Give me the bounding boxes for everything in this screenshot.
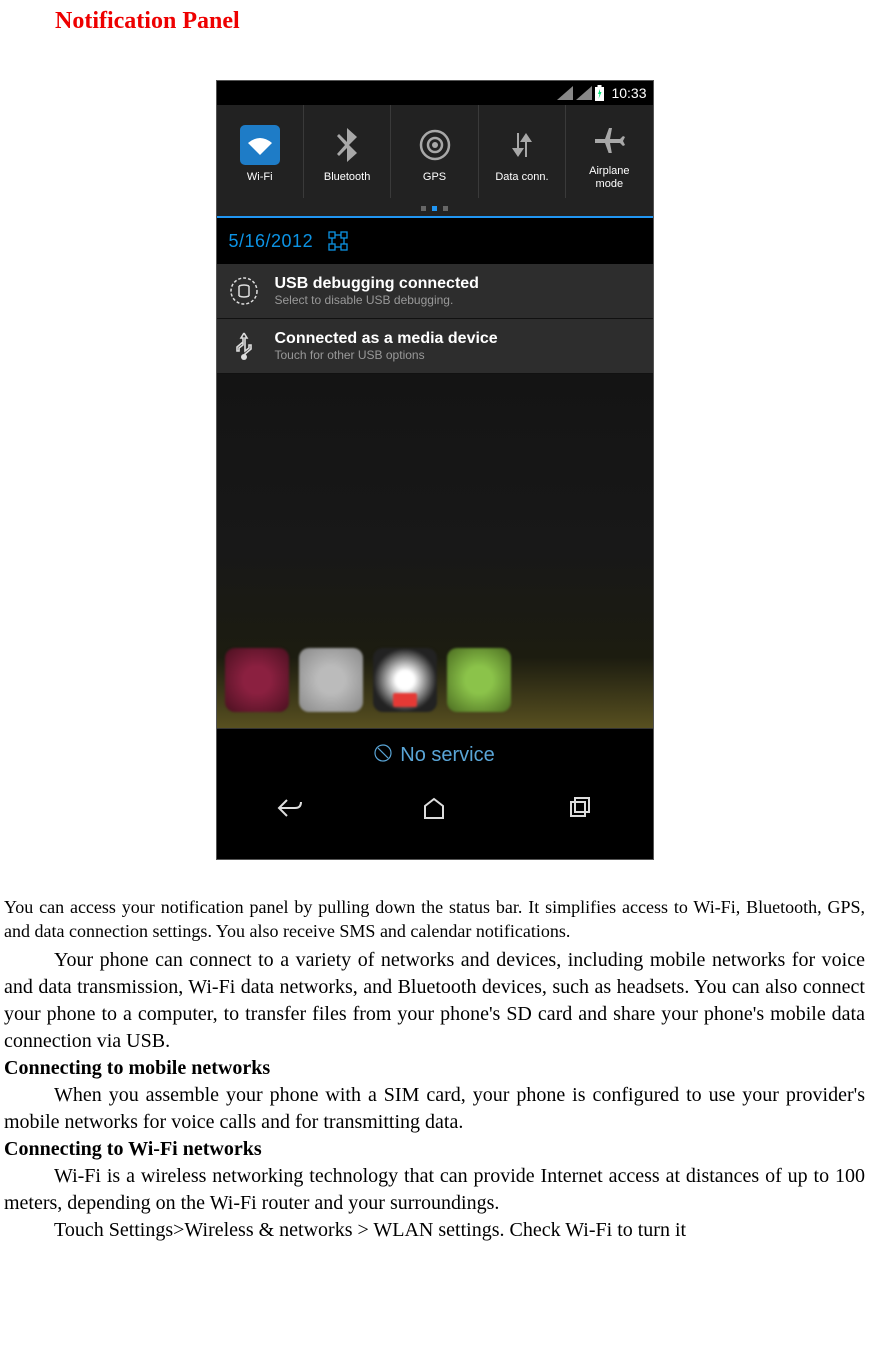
usb-debug-icon: [227, 274, 261, 308]
battery-icon: [595, 85, 604, 101]
paragraph-wifi-2: Touch Settings>Wireless & networks > WLA…: [4, 1217, 865, 1244]
phone-screenshot-wrapper: 10:33 Wi-Fi Bluetooth: [0, 80, 869, 860]
document-body: You can access your notification panel b…: [0, 895, 869, 1254]
pager-dot: [443, 206, 448, 211]
notification-item[interactable]: USB debugging connected Select to disabl…: [217, 264, 653, 319]
paragraph-intro: Your phone can connect to a variety of n…: [4, 947, 865, 1055]
carrier-bar[interactable]: No service: [217, 728, 653, 782]
quick-settings-row: Wi-Fi Bluetooth GPS: [217, 105, 653, 198]
notification-date: 5/16/2012: [229, 231, 314, 252]
page-indicator: [217, 198, 653, 216]
usb-icon: [227, 329, 261, 363]
app-icon-camera: [225, 648, 289, 712]
nav-back-button[interactable]: [269, 793, 309, 823]
nav-recents-button[interactable]: [560, 793, 600, 823]
settings-icon[interactable]: [327, 230, 349, 252]
pager-dot: [421, 206, 426, 211]
qs-wifi-label: Wi-Fi: [247, 171, 273, 183]
notification-subtitle: Select to disable USB debugging.: [275, 293, 643, 307]
wifi-icon: [240, 125, 280, 165]
qs-data-tile[interactable]: Data conn.: [479, 105, 566, 198]
airplane-icon: [589, 119, 629, 159]
subheading-mobile: Connecting to mobile networks: [4, 1055, 865, 1082]
pager-dot-active: [432, 206, 437, 211]
nav-home-button[interactable]: [414, 793, 454, 823]
qs-gps-tile[interactable]: GPS: [391, 105, 478, 198]
carrier-text: No service: [400, 744, 494, 767]
paragraph-wifi-1: Wi-Fi is a wireless networking technolog…: [4, 1163, 865, 1217]
signal-icon: [557, 86, 573, 100]
caption-text: You can access your notification panel b…: [4, 895, 865, 944]
carrier-icon: [374, 744, 392, 767]
qs-bluetooth-tile[interactable]: Bluetooth: [304, 105, 391, 198]
app-icon-generic: [299, 648, 363, 712]
gps-icon: [415, 125, 455, 165]
notification-subtitle: Touch for other USB options: [275, 348, 643, 362]
notification-title: USB debugging connected: [275, 275, 643, 293]
qs-gps-label: GPS: [423, 171, 446, 183]
notification-title: Connected as a media device: [275, 330, 643, 348]
notification-item[interactable]: Connected as a media device Touch for ot…: [217, 319, 653, 374]
phone-frame: 10:33 Wi-Fi Bluetooth: [216, 80, 654, 860]
qs-bluetooth-label: Bluetooth: [324, 171, 370, 183]
status-bar: 10:33: [217, 81, 653, 105]
section-heading: Notification Panel: [0, 0, 869, 35]
status-clock: 10:33: [611, 85, 646, 101]
notification-header: 5/16/2012: [217, 218, 653, 264]
paragraph-mobile: When you assemble your phone with a SIM …: [4, 1082, 865, 1136]
qs-airplane-label: Airplane mode: [589, 165, 629, 189]
app-icon-green: [447, 648, 511, 712]
qs-data-label: Data conn.: [495, 171, 548, 183]
signal-icon-2: [576, 86, 592, 100]
data-conn-icon: [502, 125, 542, 165]
qs-airplane-tile[interactable]: Airplane mode: [566, 105, 652, 198]
navigation-bar: [217, 782, 653, 834]
app-icon-penguin: [373, 648, 437, 712]
subheading-wifi: Connecting to Wi-Fi networks: [4, 1136, 865, 1163]
bluetooth-icon: [327, 125, 367, 165]
home-background: [217, 374, 653, 728]
qs-wifi-tile[interactable]: Wi-Fi: [217, 105, 304, 198]
